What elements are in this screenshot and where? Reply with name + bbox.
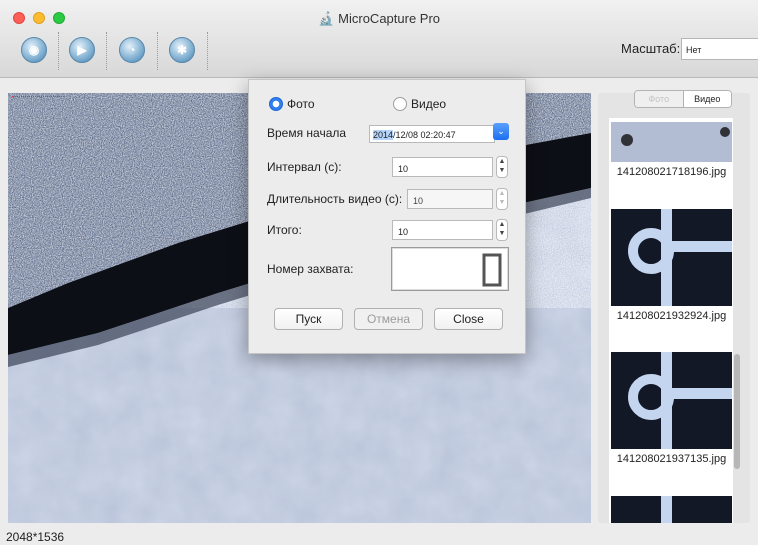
radio-unselected-icon <box>393 97 407 111</box>
measurement-marker <box>12 96 64 99</box>
toolbar-separator <box>207 32 208 70</box>
toolbar-separator <box>157 32 158 70</box>
start-date-year: 2014 <box>373 130 394 140</box>
settings-icon[interactable]: ✱ <box>169 37 195 63</box>
titlebar: 🔬 MicroCapture Pro ◉ ▶ ◔ ✱ Масштаб: Нет <box>0 0 758 78</box>
capture-number-label: Номер захвата: <box>267 262 354 276</box>
interval-stepper[interactable]: ▲ ▼ <box>496 156 508 178</box>
total-stepper[interactable]: ▲ ▼ <box>496 219 508 241</box>
total-input[interactable]: 10 <box>392 220 493 240</box>
thumbnail-image <box>611 352 732 449</box>
capture-number-digit <box>482 253 502 287</box>
photo-radio[interactable]: Фото <box>269 97 315 111</box>
video-radio[interactable]: Видео <box>393 97 446 111</box>
total-label: Итого: <box>267 223 302 237</box>
tab-video[interactable]: Видео <box>683 91 731 107</box>
thumbnail-image <box>611 496 732 523</box>
gallery-tab-switch[interactable]: Фото Видео <box>634 90 732 108</box>
scale-select[interactable]: Нет <box>681 38 758 60</box>
thumbnail-filename: 141208021932924.jpg <box>616 310 727 322</box>
thumbnail-image <box>611 122 732 162</box>
thumbnail-item[interactable]: 141208021932924.jpg <box>611 209 732 322</box>
toolbar-separator <box>106 32 107 70</box>
start-time-picker[interactable]: 2014/12/08 02:20:47 <box>369 125 495 143</box>
start-button[interactable]: Пуск <box>274 308 343 330</box>
video-camera-icon[interactable]: ▶ <box>69 37 95 63</box>
thumbnail-item[interactable]: 141208021937135.jpg <box>611 352 732 465</box>
video-duration-stepper[interactable]: ▲ ▼ <box>496 188 508 210</box>
cancel-button[interactable]: Отмена <box>354 308 423 330</box>
toolbar-separator <box>58 32 59 70</box>
start-time-label: Время начала <box>267 126 347 140</box>
interval-input[interactable]: 10 <box>392 157 493 177</box>
capture-number-display <box>391 247 509 291</box>
photo-radio-label: Фото <box>287 97 315 111</box>
close-button[interactable]: Close <box>434 308 503 330</box>
start-date-rest: /12/08 02:20:47 <box>393 130 456 140</box>
timer-icon[interactable]: ◔ <box>119 37 145 63</box>
thumbnail-filename: 141208021718196.jpg <box>616 166 727 178</box>
window-title-text: MicroCapture Pro <box>338 11 441 26</box>
microscope-icon: 🔬 <box>317 11 335 26</box>
resolution-status: 2048*1536 <box>6 530 65 544</box>
radio-selected-icon <box>269 97 283 111</box>
tab-photo[interactable]: Фото <box>635 91 684 107</box>
video-radio-label: Видео <box>411 97 447 111</box>
thumbnail-item[interactable] <box>611 496 732 523</box>
camera-icon[interactable]: ◉ <box>21 37 47 63</box>
thumbnail-scrollbar[interactable] <box>734 354 740 469</box>
thumbnail-image <box>611 209 732 306</box>
interval-label: Интервал (с): <box>267 160 342 174</box>
video-duration-label: Длительность видео (с): <box>267 192 403 206</box>
scale-label: Масштаб: <box>621 41 681 56</box>
timed-capture-dialog: Фото Видео Время начала 2014/12/08 02:20… <box>248 79 526 354</box>
window-title: 🔬 MicroCapture Pro <box>0 11 758 27</box>
video-duration-input[interactable]: 10 <box>407 189 493 209</box>
date-picker-dropdown-icon[interactable]: ⌄ <box>493 123 509 140</box>
thumbnail-filename: 141208021937135.jpg <box>616 453 727 465</box>
app-window: 🔬MicroCapture Pro ◉ ▶ ◔ ✱ Масштаб: Нет <box>0 0 758 545</box>
thumbnail-list[interactable]: 141208021718196.jpg 141208021932924.jpg <box>609 118 733 523</box>
thumbnail-item[interactable]: 141208021718196.jpg <box>611 122 732 178</box>
